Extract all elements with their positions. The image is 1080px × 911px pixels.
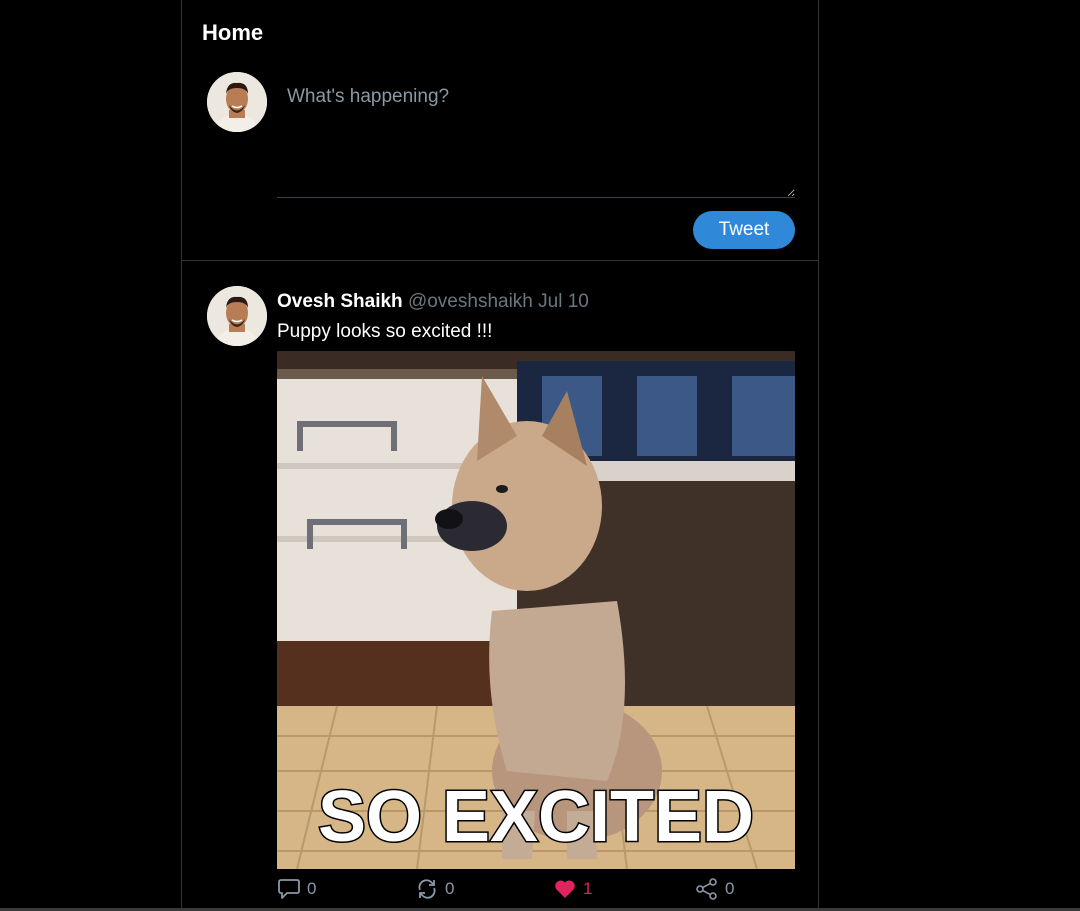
share-icon bbox=[696, 878, 717, 900]
composer-divider bbox=[182, 260, 818, 261]
like-count: 1 bbox=[583, 879, 593, 898]
home-feed: Home Tweet Ovesh Shaikh @oveshshaikh Jul bbox=[181, 0, 819, 911]
like-button[interactable]: 1 bbox=[553, 878, 592, 900]
share-button[interactable]: 0 bbox=[695, 878, 734, 900]
heart-icon bbox=[555, 880, 575, 898]
retweet-count: 0 bbox=[445, 879, 455, 898]
user-avatar-icon bbox=[207, 72, 267, 132]
page-title: Home bbox=[202, 20, 264, 45]
post-media-gif[interactable]: SO EXCITED bbox=[277, 351, 795, 869]
retweet-button[interactable]: 0 bbox=[415, 878, 454, 900]
post-text: Puppy looks so excited !!! bbox=[277, 321, 493, 342]
post-author-avatar[interactable] bbox=[207, 286, 267, 346]
comment-icon bbox=[278, 879, 300, 899]
post-date[interactable]: Jul 10 bbox=[538, 291, 589, 312]
post-author-name[interactable]: Ovesh Shaikh bbox=[277, 291, 403, 312]
post-actions: 0 0 1 0 bbox=[277, 878, 795, 906]
tweet-button[interactable]: Tweet bbox=[693, 211, 795, 249]
retweet-icon bbox=[418, 879, 436, 899]
puppy-gif-image: SO EXCITED bbox=[277, 351, 795, 869]
gif-caption-text: SO EXCITED bbox=[318, 777, 754, 857]
reply-count: 0 bbox=[307, 879, 317, 898]
composer-avatar[interactable] bbox=[207, 72, 267, 132]
compose-tweet-input[interactable] bbox=[277, 82, 795, 198]
user-avatar-icon bbox=[207, 286, 267, 346]
reply-button[interactable]: 0 bbox=[277, 878, 316, 900]
post-header: Ovesh Shaikh @oveshshaikh Jul 10 bbox=[277, 291, 589, 313]
share-count: 0 bbox=[725, 879, 735, 898]
post-author-handle[interactable]: @oveshshaikh bbox=[408, 291, 533, 312]
